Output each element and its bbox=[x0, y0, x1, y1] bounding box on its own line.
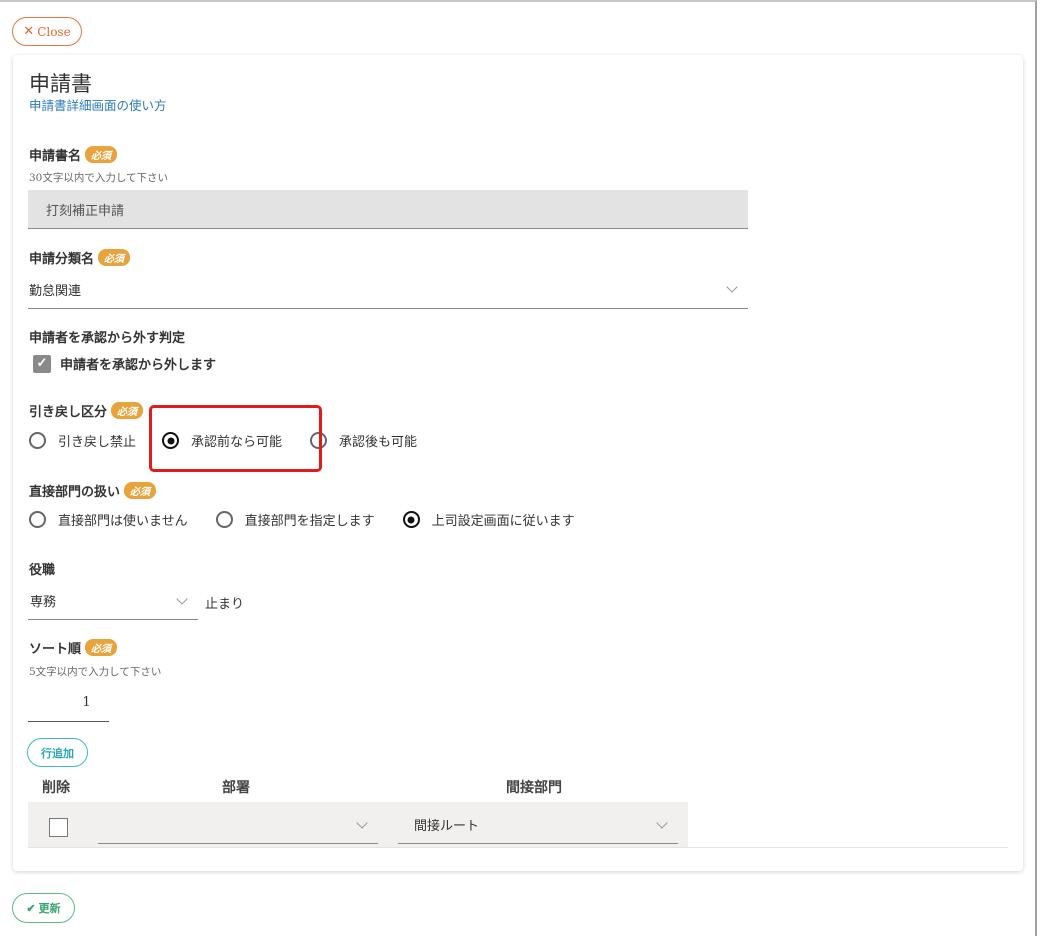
pullback-option-label: 引き戻し禁止 bbox=[58, 435, 137, 450]
row-indirect-value: 間接ルート bbox=[414, 819, 480, 834]
direct-dept-option-none[interactable]: 直接部門は使いません bbox=[29, 510, 188, 529]
update-button[interactable]: ✔ 更新 bbox=[12, 893, 75, 923]
app-name-field[interactable]: 打刻補正申請 bbox=[28, 190, 748, 229]
app-name-label-row: 申請書名 必須 bbox=[29, 145, 118, 164]
chevron-down-icon bbox=[726, 281, 738, 293]
column-header-department: 部署 bbox=[222, 780, 250, 796]
radio-button[interactable] bbox=[29, 432, 46, 449]
category-value: 勤怠関連 bbox=[29, 283, 82, 299]
radio-button-selected[interactable] bbox=[402, 511, 420, 528]
sort-order-input[interactable]: 1 bbox=[28, 688, 109, 722]
direct-dept-option-label: 上司設定画面に従います bbox=[431, 514, 575, 529]
row-indirect-select[interactable]: 間接ルート bbox=[398, 806, 678, 844]
sort-order-label: ソート順 bbox=[29, 642, 82, 657]
position-value: 専務 bbox=[30, 595, 57, 610]
position-suffix: 止まり bbox=[205, 597, 245, 612]
direct-dept-option-follow-boss[interactable]: 上司設定画面に従います bbox=[402, 510, 575, 529]
page-title: 申請書 bbox=[29, 72, 92, 96]
row-department-select[interactable] bbox=[98, 806, 378, 844]
pullback-label-row: 引き戻し区分 必須 bbox=[29, 401, 144, 420]
add-row-button[interactable]: 行追加 bbox=[27, 738, 88, 767]
close-label: Close bbox=[37, 24, 71, 39]
chevron-down-icon bbox=[356, 816, 368, 829]
pullback-option-after-approval[interactable]: 承認後も可能 bbox=[310, 431, 417, 450]
sort-order-hint: 5文字以内で入力して下さい bbox=[29, 666, 162, 678]
chevron-down-icon bbox=[176, 592, 188, 605]
category-label-row: 申請分類名 必須 bbox=[29, 248, 131, 267]
category-select[interactable]: 勤怠関連 bbox=[28, 270, 748, 309]
app-name-value: 打刻補正申請 bbox=[46, 203, 125, 219]
direct-dept-option-label: 直接部門は使いません bbox=[58, 514, 188, 529]
direct-dept-radio-group: 直接部門は使いません 直接部門を指定します 上司設定画面に従います bbox=[29, 510, 575, 529]
exclude-applicant-checkbox[interactable]: ✓ bbox=[33, 354, 51, 373]
exclude-applicant-checkbox-row[interactable]: ✓ 申請者を承認から外します bbox=[33, 354, 216, 373]
direct-dept-label: 直接部門の扱い bbox=[29, 485, 121, 500]
direct-dept-option-label: 直接部門を指定します bbox=[244, 514, 375, 529]
highlight-box bbox=[149, 405, 322, 472]
column-header-indirect: 間接部門 bbox=[506, 780, 562, 796]
pullback-label: 引き戻し区分 bbox=[29, 405, 108, 420]
required-badge: 必須 bbox=[111, 402, 144, 419]
category-label: 申請分類名 bbox=[29, 252, 95, 267]
check-icon: ✔ bbox=[26, 901, 36, 915]
required-badge: 必須 bbox=[98, 249, 131, 266]
update-label: 更新 bbox=[38, 902, 61, 915]
close-icon: ✕ bbox=[23, 24, 35, 39]
radio-button[interactable] bbox=[29, 511, 46, 528]
exclude-applicant-label: 申請者を承認から外す判定 bbox=[29, 331, 186, 346]
exclude-applicant-checkbox-label: 申請者を承認から外します bbox=[60, 358, 217, 373]
chevron-down-icon bbox=[656, 816, 668, 829]
required-badge: 必須 bbox=[124, 482, 157, 499]
close-button[interactable]: ✕ Close bbox=[12, 17, 82, 46]
app-name-label: 申請書名 bbox=[29, 149, 82, 164]
pullback-option-forbid[interactable]: 引き戻し禁止 bbox=[29, 431, 136, 450]
column-header-delete: 削除 bbox=[42, 780, 70, 796]
position-select[interactable]: 専務 bbox=[28, 582, 198, 620]
position-label: 役職 bbox=[29, 563, 56, 578]
direct-dept-option-specify[interactable]: 直接部門を指定します bbox=[215, 510, 375, 529]
row-delete-checkbox[interactable] bbox=[49, 818, 68, 837]
divider bbox=[28, 847, 1008, 848]
app-name-hint: 30文字以内で入力して下さい bbox=[29, 172, 169, 184]
required-badge: 必須 bbox=[85, 146, 118, 163]
radio-button[interactable] bbox=[215, 511, 233, 528]
sort-order-label-row: ソート順 必須 bbox=[29, 638, 118, 657]
help-link[interactable]: 申請書詳細画面の使い方 bbox=[29, 95, 167, 114]
direct-dept-label-row: 直接部門の扱い 必須 bbox=[29, 481, 157, 500]
required-badge: 必須 bbox=[85, 639, 118, 656]
pullback-option-label: 承認後も可能 bbox=[339, 435, 418, 450]
